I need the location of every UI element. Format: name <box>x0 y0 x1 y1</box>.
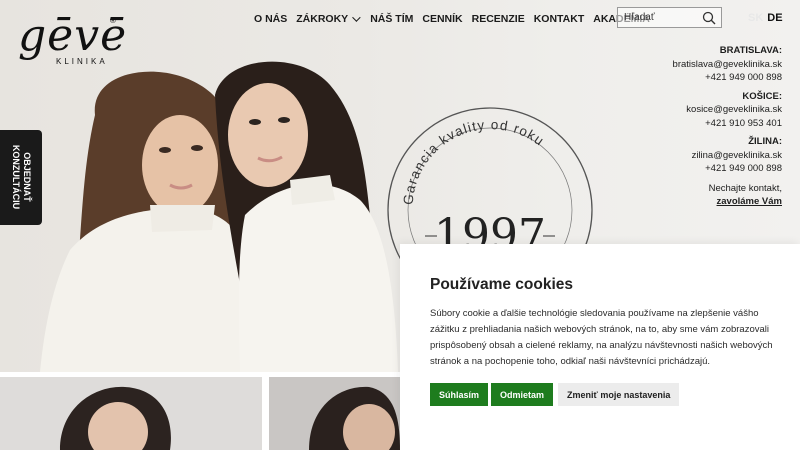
cookie-description: Súbory cookie a ďalšie technológie sledo… <box>430 308 773 367</box>
contact-block: BRATISLAVA: bratislava@geveklinika.sk +4… <box>602 44 782 209</box>
chevron-down-icon <box>352 13 361 22</box>
nav-label: ZÁKROKY <box>296 13 349 25</box>
nav-label: NÁŠ TÍM <box>370 13 414 25</box>
gallery-photo-right <box>269 377 400 450</box>
callback-link[interactable]: zavoláme Vám <box>602 195 782 209</box>
cookie-title: Používame cookies <box>430 276 574 293</box>
side-tab-line-2: KONZULTÁCIU <box>11 144 21 210</box>
site-logo[interactable]: gēvē ® KLINIKA <box>18 14 128 70</box>
search-box <box>617 7 722 28</box>
nav-item-kontakt[interactable]: KONTAKT <box>534 13 585 25</box>
contact-city-kosice: KOŠICE: <box>742 90 782 102</box>
contact-email-bratislava[interactable]: bratislava@geveklinika.sk <box>602 58 782 72</box>
contact-phone-zilina[interactable]: +421 949 000 898 <box>602 162 782 176</box>
nav-label: O NÁS <box>254 13 288 25</box>
cookie-dialog: Používame cookies Súbory cookie a ďalšie… <box>400 244 800 450</box>
search-input[interactable] <box>618 12 700 23</box>
logo-subtitle: KLINIKA <box>56 57 108 66</box>
language-switcher: SK DE <box>748 12 783 24</box>
contact-phone-kosice[interactable]: +421 910 953 401 <box>602 117 782 131</box>
nav-item-cennik[interactable]: CENNÍK <box>422 13 462 25</box>
nav-item-recenzie[interactable]: RECENZIE <box>472 13 525 25</box>
lang-de[interactable]: DE <box>767 12 782 24</box>
contact-city-zilina: ŽILINA: <box>748 136 782 147</box>
svg-text:Garancia kvality od roku: Garancia kvality od roku <box>401 117 548 205</box>
nav-label: CENNÍK <box>422 13 463 25</box>
contact-email-zilina[interactable]: zilina@geveklinika.sk <box>602 149 782 163</box>
main-nav: O NÁS ZÁKROKY NÁŠ TÍM CENNÍK RECENZIE KO… <box>254 12 659 26</box>
nav-label: RECENZIE <box>471 13 525 25</box>
nav-item-nas-tim[interactable]: NÁŠ TÍM <box>370 13 413 25</box>
nav-item-zakroky[interactable]: ZÁKROKY <box>296 13 361 25</box>
search-icon[interactable] <box>702 11 716 25</box>
contact-note: Nechajte kontakt, <box>708 182 782 194</box>
cookie-settings-button[interactable]: Zmeniť moje nastavenia <box>558 383 680 406</box>
contact-phone-bratislava[interactable]: +421 949 000 898 <box>602 71 782 85</box>
reject-cookies-button[interactable]: Odmietam <box>491 383 554 406</box>
gallery-photo-left <box>60 386 171 450</box>
contact-city-bratislava: BRATISLAVA: <box>719 45 782 56</box>
logo-registered-mark: ® <box>110 16 116 25</box>
cookie-buttons: Súhlasím Odmietam Zmeniť moje nastavenia <box>430 383 770 406</box>
badge-arc-text: Garancia kvality od roku <box>401 117 547 205</box>
side-tab-label: OBJEDNAŤ KONZULTÁCIU <box>10 145 32 209</box>
accept-cookies-button[interactable]: Súhlasím <box>430 383 489 406</box>
gallery-image-right[interactable] <box>269 377 400 450</box>
nav-item-o-nas[interactable]: O NÁS <box>254 13 287 25</box>
side-tab-line-1: OBJEDNAŤ <box>22 152 32 202</box>
nav-label: KONTAKT <box>533 13 585 25</box>
book-consultation-tab[interactable]: OBJEDNAŤ KONZULTÁCIU <box>0 130 42 225</box>
gallery-image-left[interactable] <box>0 377 262 450</box>
contact-email-kosice[interactable]: kosice@geveklinika.sk <box>602 103 782 117</box>
lang-sk[interactable]: SK <box>748 12 763 24</box>
